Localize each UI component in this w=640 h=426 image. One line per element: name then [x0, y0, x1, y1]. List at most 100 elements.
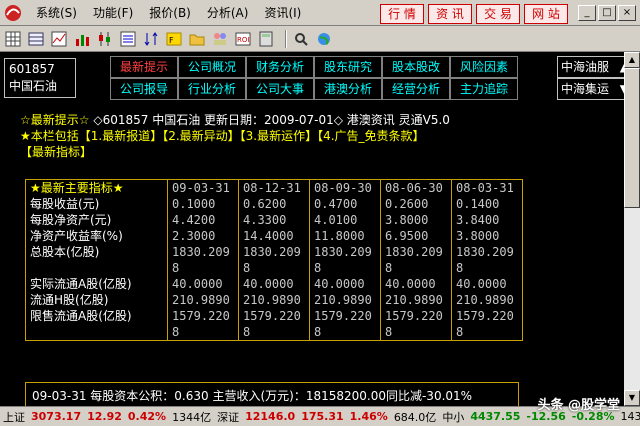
value-cell: 14.4000: [238, 228, 310, 244]
section-title: ☆最新提示☆: [20, 113, 90, 127]
sh-volume: 1344亿: [172, 410, 212, 424]
date-cell: 08-12-31: [238, 179, 310, 196]
value-cell: 4.0100: [309, 212, 381, 228]
minimize-button[interactable]: _: [578, 5, 596, 21]
value-cell: 8: [238, 324, 310, 341]
scroll-down-icon[interactable]: ▼: [624, 390, 640, 406]
value-cell: 40.0000: [238, 276, 310, 292]
zx-label: 中小: [442, 410, 465, 424]
toolbar: F ROI: [0, 26, 640, 52]
tab-financial-analysis[interactable]: 财务分析: [246, 56, 314, 78]
table-row: 净资产收益率(%) 2.3000 14.4000 11.8000 6.9500 …: [25, 228, 523, 244]
value-cell: 1830.209: [238, 244, 310, 260]
value-cell: 4.3300: [238, 212, 310, 228]
list-icon[interactable]: [119, 30, 137, 48]
date-cell: 09-03-31: [167, 179, 239, 196]
news-icon[interactable]: ROI: [234, 30, 252, 48]
table-row: 限售流通A股(亿股) 1579.220 1579.220 1579.220 15…: [25, 308, 523, 324]
f10-icon[interactable]: F: [165, 30, 183, 48]
search-icon[interactable]: [292, 30, 310, 48]
stock-box[interactable]: 601857 中国石油: [4, 58, 76, 98]
sh-index[interactable]: 3073.17: [28, 410, 84, 423]
table-row: 总股本(亿股) 1830.209 1830.209 1830.209 1830.…: [25, 244, 523, 260]
prev-stock-label: 中海油服: [561, 60, 610, 74]
svg-text:F: F: [169, 36, 174, 45]
trade-button[interactable]: 交 易: [476, 4, 520, 24]
bars-icon[interactable]: [73, 30, 91, 48]
app-logo-icon[interactable]: [2, 2, 24, 24]
value-cell: 8: [238, 260, 310, 276]
sh-change: 12.92: [87, 410, 122, 423]
row-label: 实际流通A股(亿股): [25, 276, 168, 292]
chart-icon[interactable]: [50, 30, 68, 48]
value-cell: 8: [167, 324, 239, 341]
nav-line-2[interactable]: 【最新指标】: [20, 144, 620, 160]
row-label: 流通H股(亿股): [25, 292, 168, 308]
info-button[interactable]: 资 讯: [428, 4, 472, 24]
tab-company-reports[interactable]: 公司报导: [110, 78, 178, 100]
quote-button[interactable]: 行 情: [380, 4, 424, 24]
tab-company-overview[interactable]: 公司概况: [178, 56, 246, 78]
row-label: 总股本(亿股): [25, 244, 168, 260]
sz-label: 深证: [217, 410, 240, 424]
sz-change: 175.31: [301, 410, 344, 423]
value-cell: 40.0000: [167, 276, 239, 292]
maximize-button[interactable]: □: [598, 5, 616, 21]
tab-hk-macau-analysis[interactable]: 港澳分析: [314, 78, 382, 100]
tab-shareholder-research[interactable]: 股东研究: [314, 56, 382, 78]
sz-index[interactable]: 12146.0: [242, 410, 298, 423]
next-stock-label: 中海集运: [561, 82, 610, 96]
candle-icon[interactable]: [96, 30, 114, 48]
value-cell: 11.8000: [309, 228, 381, 244]
tab-risk-factors[interactable]: 风险因素: [450, 56, 518, 78]
menu-quote[interactable]: 报价(B): [141, 3, 199, 23]
value-cell: 1830.209: [451, 244, 523, 260]
svg-text:ROI: ROI: [237, 36, 249, 44]
header-info: ◇601857 中国石油 更新日期：2009-07-01◇ 港澳资讯 灵通V5.…: [93, 113, 450, 127]
grid-icon[interactable]: [4, 30, 22, 48]
row-label-empty: [25, 260, 168, 276]
website-button[interactable]: 网 站: [524, 4, 568, 24]
menu-bar: 系统(S) 功能(F) 报价(B) 分析(A) 资讯(I) 行 情 资 讯 交 …: [0, 0, 640, 26]
sz-pct: 1.46%: [349, 410, 388, 423]
value-cell: 8: [309, 324, 381, 341]
toolbar-separator: [285, 29, 287, 48]
calc-icon[interactable]: [257, 30, 275, 48]
value-cell: 40.0000: [309, 276, 381, 292]
tab-main-force-tracking[interactable]: 主力追踪: [450, 78, 518, 100]
sort-icon[interactable]: [142, 30, 160, 48]
folder-icon[interactable]: [188, 30, 206, 48]
close-button[interactable]: ×: [618, 5, 636, 21]
row-label: 净资产收益率(%): [25, 228, 168, 244]
row-label-empty: [25, 324, 168, 341]
menu-analysis[interactable]: 分析(A): [199, 3, 257, 23]
sz-volume: 684.0亿: [393, 410, 437, 424]
table-row: 实际流通A股(亿股) 40.0000 40.0000 40.0000 40.00…: [25, 276, 523, 292]
scroll-up-icon[interactable]: ▲: [624, 52, 640, 68]
value-cell: 1579.220: [309, 308, 381, 324]
value-cell: 0.6200: [238, 196, 310, 212]
menu-system[interactable]: 系统(S): [28, 3, 85, 23]
tab-company-events[interactable]: 公司大事: [246, 78, 314, 100]
people-icon[interactable]: [211, 30, 229, 48]
zx-index[interactable]: 4437.55: [467, 410, 523, 423]
vertical-scrollbar[interactable]: ▲ ▼: [624, 52, 640, 406]
menu-info[interactable]: 资讯(I): [256, 3, 309, 23]
table-header-label: ★最新主要指标★: [25, 179, 168, 196]
tab-industry-analysis[interactable]: 行业分析: [178, 78, 246, 100]
nav-line[interactable]: ★本栏包括【1.最新报道】【2.最新异动】【3.最新运作】【4.广告_免责条款】: [20, 128, 620, 144]
value-cell: 4.4200: [167, 212, 239, 228]
table-icon[interactable]: [27, 30, 45, 48]
tab-latest-tips[interactable]: 最新提示: [110, 56, 178, 78]
f10-tab-grid: 最新提示 公司概况 财务分析 股东研究 股本股改 风险因素 公司报导 行业分析 …: [110, 56, 518, 100]
date-cell: 08-09-30: [309, 179, 381, 196]
value-cell: 8: [380, 260, 452, 276]
next-stock-button[interactable]: 中海集运 ▼: [557, 78, 624, 100]
globe-icon[interactable]: [315, 30, 333, 48]
scroll-thumb[interactable]: [624, 68, 640, 208]
tab-operations-analysis[interactable]: 经营分析: [382, 78, 450, 100]
tab-share-capital[interactable]: 股本股改: [382, 56, 450, 78]
prev-stock-button[interactable]: 中海油服 ▲: [557, 56, 624, 78]
menu-function[interactable]: 功能(F): [85, 3, 141, 23]
tips-content: ☆最新提示☆ ◇601857 中国石油 更新日期：2009-07-01◇ 港澳资…: [20, 112, 620, 160]
